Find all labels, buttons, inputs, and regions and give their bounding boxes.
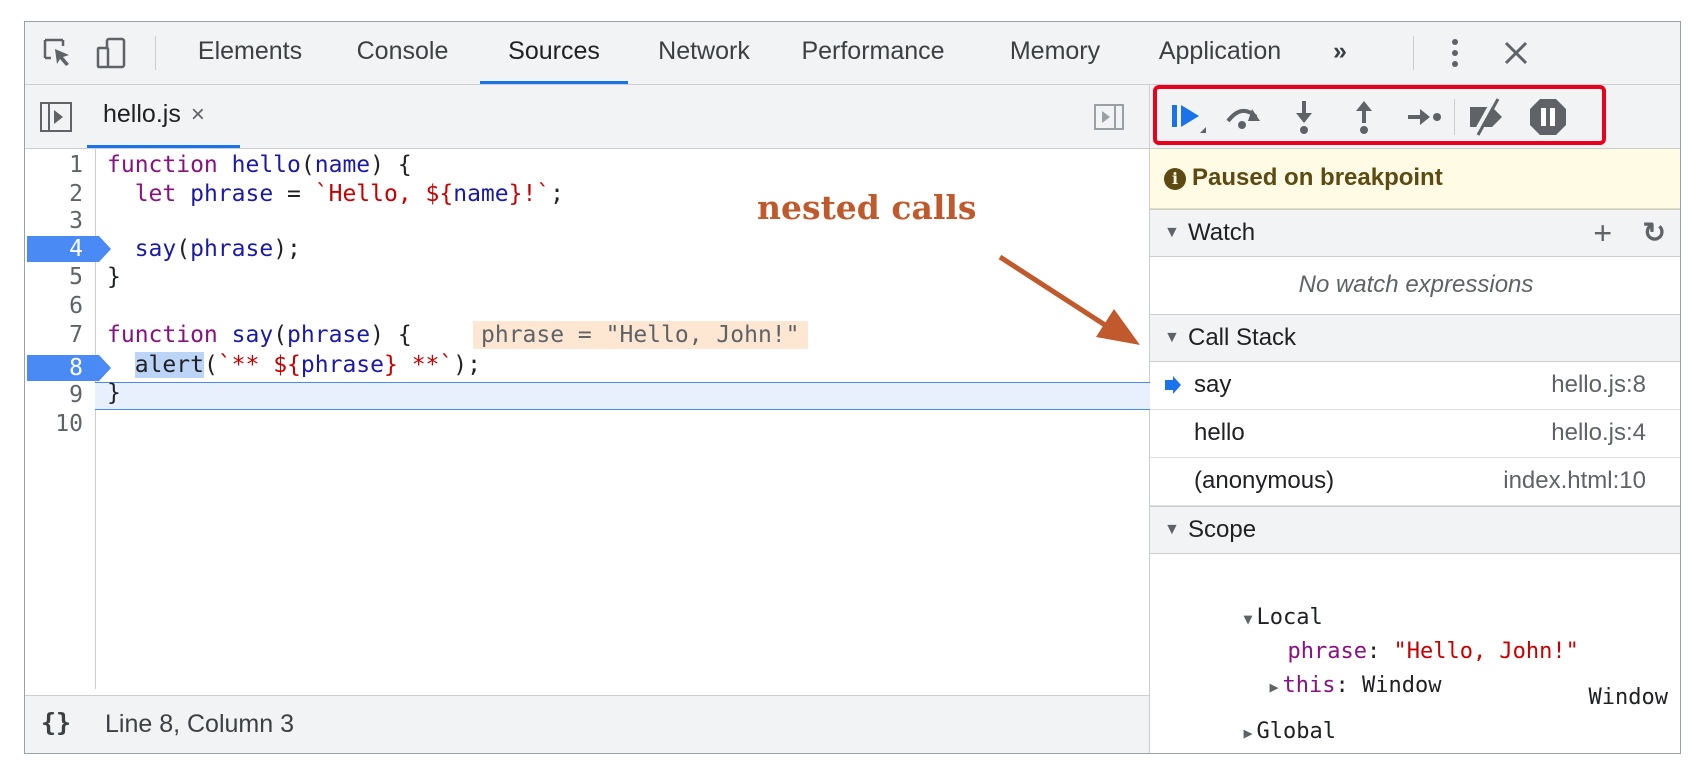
debugger-toolbar <box>1150 85 1680 149</box>
devtools-window: Elements Console Sources Network Perform… <box>24 21 1681 754</box>
toolbar-divider <box>1413 36 1414 70</box>
scope-property-row[interactable]: ▶ this: Window <box>1190 635 1441 698</box>
call-frame-hello[interactable]: hello hello.js:4 <box>1150 410 1680 458</box>
toolbar-divider <box>155 36 156 70</box>
code-line-8[interactable]: alert(`** ${phrase} **`); <box>107 351 481 379</box>
toggle-navigator-icon[interactable] <box>39 101 73 133</box>
line-number[interactable]: 8 <box>25 354 83 382</box>
kebab-menu-icon[interactable] <box>1438 36 1472 70</box>
tab-elements[interactable]: Elements <box>175 22 325 84</box>
collapse-triangle-icon: ▼ <box>1164 521 1180 538</box>
call-frame-name: (anonymous) <box>1194 467 1335 494</box>
scope-title: Scope <box>1188 516 1257 543</box>
scope-property-row[interactable]: phrase: "Hello, John!" <box>1208 601 1578 664</box>
main-toolbar: Elements Console Sources Network Perform… <box>25 22 1680 85</box>
call-stack-title: Call Stack <box>1188 324 1297 351</box>
file-tab-bar: hello.js × <box>25 85 1149 149</box>
code-area[interactable]: 1 2 3 4 5 6 7 8 9 10 function hello(name… <box>25 149 1150 689</box>
tab-network[interactable]: Network <box>633 22 775 84</box>
watch-section-header[interactable]: ▼ Watch + ↻ <box>1150 209 1680 257</box>
line-number[interactable]: 3 <box>25 207 83 235</box>
info-icon: i <box>1164 168 1186 190</box>
line-number[interactable]: 4 <box>25 235 83 263</box>
call-frame-location[interactable]: hello.js:8 <box>1551 362 1646 408</box>
call-frame-name: hello <box>1194 419 1245 446</box>
call-frame-say[interactable]: say hello.js:8 <box>1150 362 1680 410</box>
current-execution-line <box>95 382 1150 410</box>
pretty-print-button[interactable]: {} <box>41 708 71 737</box>
file-tab-close-button[interactable]: × <box>191 101 205 128</box>
code-line-2[interactable]: let phrase = `Hello, ${name}!`; <box>107 180 564 208</box>
refresh-watch-button[interactable]: ↻ <box>1643 210 1666 256</box>
more-tabs-button[interactable]: » <box>1320 22 1360 84</box>
call-frame-location[interactable]: hello.js:4 <box>1551 410 1646 456</box>
call-frame-location[interactable]: index.html:10 <box>1503 458 1646 504</box>
scope-global-label: Global <box>1256 719 1336 744</box>
line-number[interactable]: 1 <box>25 151 83 179</box>
scope-section-header[interactable]: ▼ Scope <box>1150 506 1680 554</box>
device-toolbar-icon[interactable] <box>95 36 129 70</box>
line-number[interactable]: 2 <box>25 180 83 208</box>
collapse-triangle-icon: ▼ <box>1164 224 1180 241</box>
file-tab-label: hello.js <box>103 100 181 128</box>
close-icon[interactable] <box>1499 36 1533 70</box>
tab-performance[interactable]: Performance <box>783 22 963 84</box>
tab-sources[interactable]: Sources <box>480 22 628 84</box>
tab-console[interactable]: Console <box>330 22 475 84</box>
code-line-1[interactable]: function hello(name) { <box>107 151 412 179</box>
code-line-4[interactable]: say(phrase); <box>107 235 301 263</box>
collapse-triangle-icon: ▼ <box>1164 329 1180 346</box>
paused-message: Paused on breakpoint <box>1192 164 1443 191</box>
tab-memory[interactable]: Memory <box>985 22 1125 84</box>
call-stack-section-header[interactable]: ▼ Call Stack <box>1150 314 1680 362</box>
watch-title: Watch <box>1188 219 1256 246</box>
source-editor-pane: hello.js × 1 2 3 4 5 6 7 8 9 10 function … <box>25 85 1150 753</box>
inline-variable-value: phrase = "Hello, John!" <box>473 321 808 349</box>
current-frame-arrow-icon <box>1165 376 1181 394</box>
debugger-sidebar: i Paused on breakpoint ▼ Watch + ↻ No wa… <box>1150 85 1680 753</box>
watch-empty-message: No watch expressions <box>1298 271 1534 298</box>
scope-global-value: Window <box>1588 685 1668 710</box>
add-watch-button[interactable]: + <box>1593 210 1612 256</box>
line-number[interactable]: 10 <box>25 410 83 438</box>
code-line-9[interactable]: } <box>107 379 121 407</box>
tab-application[interactable]: Application <box>1135 22 1305 84</box>
call-frame-name: say <box>1194 371 1232 398</box>
paused-banner: i Paused on breakpoint <box>1150 149 1680 209</box>
inspect-element-icon[interactable] <box>41 36 75 70</box>
line-number[interactable]: 7 <box>25 321 83 349</box>
line-number[interactable]: 5 <box>25 263 83 291</box>
code-line-5[interactable]: } <box>107 263 121 291</box>
scope-local-row[interactable]: ▼ Local <box>1164 567 1322 630</box>
call-frame-anonymous[interactable]: (anonymous) index.html:10 <box>1150 458 1680 506</box>
line-number[interactable]: 9 <box>25 381 83 409</box>
line-number[interactable]: 6 <box>25 292 83 320</box>
expand-triangle-icon[interactable]: ▶ <box>1243 724 1252 742</box>
file-tab-hello-js[interactable]: hello.js × <box>87 85 240 148</box>
highlight-box <box>1153 85 1606 145</box>
cursor-position: Line 8, Column 3 <box>105 710 295 738</box>
editor-status-bar: {} Line 8, Column 3 <box>25 695 1149 753</box>
annotation-label: nested calls <box>757 188 977 227</box>
toggle-debugger-icon[interactable] <box>1093 103 1125 131</box>
scope-global-row[interactable]: ▶ Global Window <box>1164 681 1668 744</box>
code-line-7[interactable]: function say(phrase) { <box>107 321 412 349</box>
